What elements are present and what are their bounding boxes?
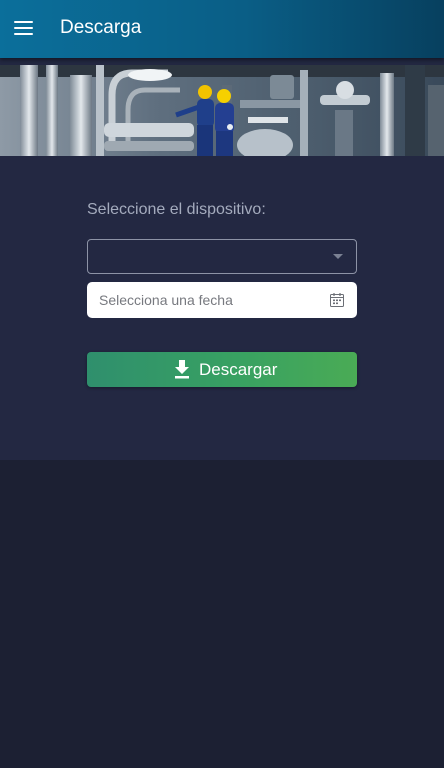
- download-button-label: Descargar: [199, 360, 278, 379]
- device-select-label: Seleccione el dispositivo:: [87, 201, 266, 218]
- download-icon: [175, 360, 189, 379]
- chevron-down-icon: [333, 254, 343, 259]
- calendar-icon[interactable]: [330, 293, 344, 307]
- menu-icon[interactable]: [14, 21, 34, 37]
- date-picker-input[interactable]: Selecciona una fecha: [87, 282, 357, 318]
- device-select[interactable]: [87, 239, 357, 274]
- banner-image: [0, 65, 444, 156]
- app-bar: Descarga: [0, 0, 444, 58]
- download-button[interactable]: Descargar: [87, 352, 357, 387]
- page-title: Descarga: [60, 17, 142, 38]
- date-placeholder: Selecciona una fecha: [99, 292, 233, 308]
